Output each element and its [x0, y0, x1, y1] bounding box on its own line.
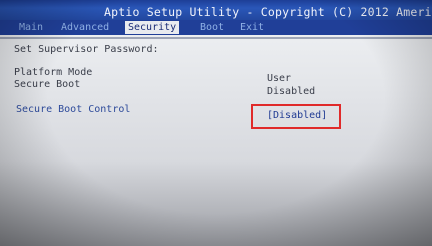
tab-advanced[interactable]: Advanced [61, 21, 109, 34]
secure-boot-control-label[interactable]: Secure Boot Control [16, 104, 130, 115]
divider [0, 37, 432, 39]
title-text: Aptio Setup Utility - Copyright (C) 2012… [104, 5, 432, 19]
title-bar: Aptio Setup Utility - Copyright (C) 2012… [0, 0, 432, 20]
secure-boot-label: Secure Boot [14, 79, 81, 90]
tab-main[interactable]: Main [19, 21, 43, 34]
tab-boot[interactable]: Boot [200, 21, 224, 34]
tab-exit[interactable]: Exit [240, 21, 264, 34]
platform-mode-value: User [267, 73, 292, 84]
secure-boot-value: Disabled [267, 86, 316, 97]
secure-boot-control-value[interactable]: [Disabled] [267, 110, 327, 121]
supervisor-password-label[interactable]: Set Supervisor Password: [14, 44, 159, 55]
bios-screen: Aptio Setup Utility - Copyright (C) 2012… [0, 0, 432, 246]
platform-mode-label: Platform Mode [14, 67, 93, 78]
tab-security[interactable]: Security [125, 21, 180, 34]
